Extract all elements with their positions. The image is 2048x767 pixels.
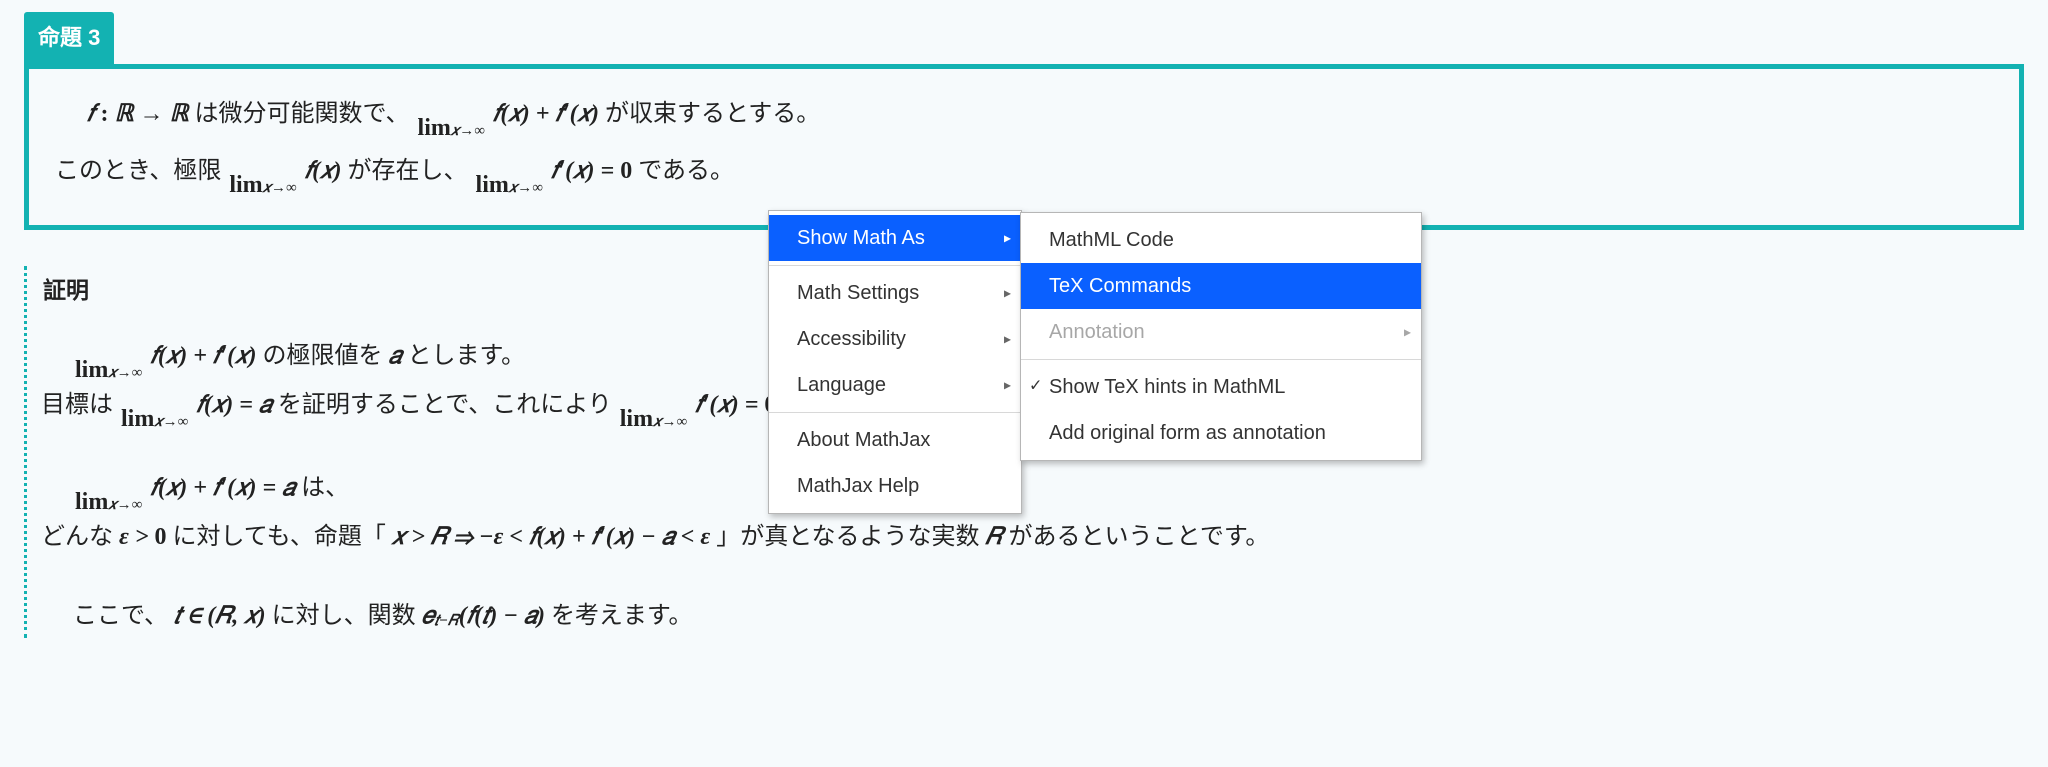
mathjax-context-menu[interactable]: Show Math As Math Settings Accessibility… <box>768 210 1022 514</box>
proof-text: 目標は <box>41 392 119 418</box>
menu-item-math-settings[interactable]: Math Settings <box>769 270 1021 316</box>
prop-text: このとき、極限 <box>55 158 227 184</box>
menu-item-tex-commands[interactable]: TeX Commands <box>1021 263 1421 309</box>
check-icon: ✓ <box>1029 373 1042 402</box>
prop-text: である。 <box>638 158 734 184</box>
prop-text: が存在し、 <box>348 158 474 184</box>
proof-text: を証明することで、これにより <box>278 392 618 418</box>
menu-item-mathjax-help[interactable]: MathJax Help <box>769 463 1021 509</box>
menu-item-add-original-form[interactable]: Add original form as annotation <box>1021 410 1421 456</box>
proposition-tab: 命題 3 <box>24 12 114 64</box>
menu-item-accessibility[interactable]: Accessibility <box>769 316 1021 362</box>
proposition-box: 𝑓 : ℝ → ℝ は微分可能関数で、 lim𝑥→∞ 𝑓(𝑥) + 𝑓′(𝑥) … <box>24 64 2024 230</box>
menu-item-show-math-as[interactable]: Show Math As <box>769 215 1021 261</box>
menu-item-language[interactable]: Language <box>769 362 1021 408</box>
prop-text: は微分可能関数で、 <box>194 101 415 127</box>
menu-item-about-mathjax[interactable]: About MathJax <box>769 417 1021 463</box>
prop-text: が収束するとする。 <box>605 101 820 127</box>
proof-text: 」が真となるような実数 <box>716 524 985 550</box>
proof-text: どんな <box>41 524 119 550</box>
proof-text: があるということです。 <box>1009 524 1270 550</box>
proof-text: ここで、 <box>73 603 168 629</box>
proof-text: は、 <box>301 475 349 501</box>
proof-text: に対しても、命題「 <box>173 524 392 550</box>
menu-item-mathml-code[interactable]: MathML Code <box>1021 217 1421 263</box>
proof-text: とします。 <box>408 343 526 369</box>
show-math-as-submenu[interactable]: MathML Code TeX Commands Annotation ✓ Sh… <box>1020 212 1422 461</box>
proof-text: に対し、関数 <box>272 603 422 629</box>
menu-item-annotation: Annotation <box>1021 309 1421 355</box>
proof-text: の極限値を <box>262 343 388 369</box>
proof-text: を考えます。 <box>551 603 693 629</box>
menu-item-show-tex-hints[interactable]: ✓ Show TeX hints in MathML <box>1021 364 1421 410</box>
